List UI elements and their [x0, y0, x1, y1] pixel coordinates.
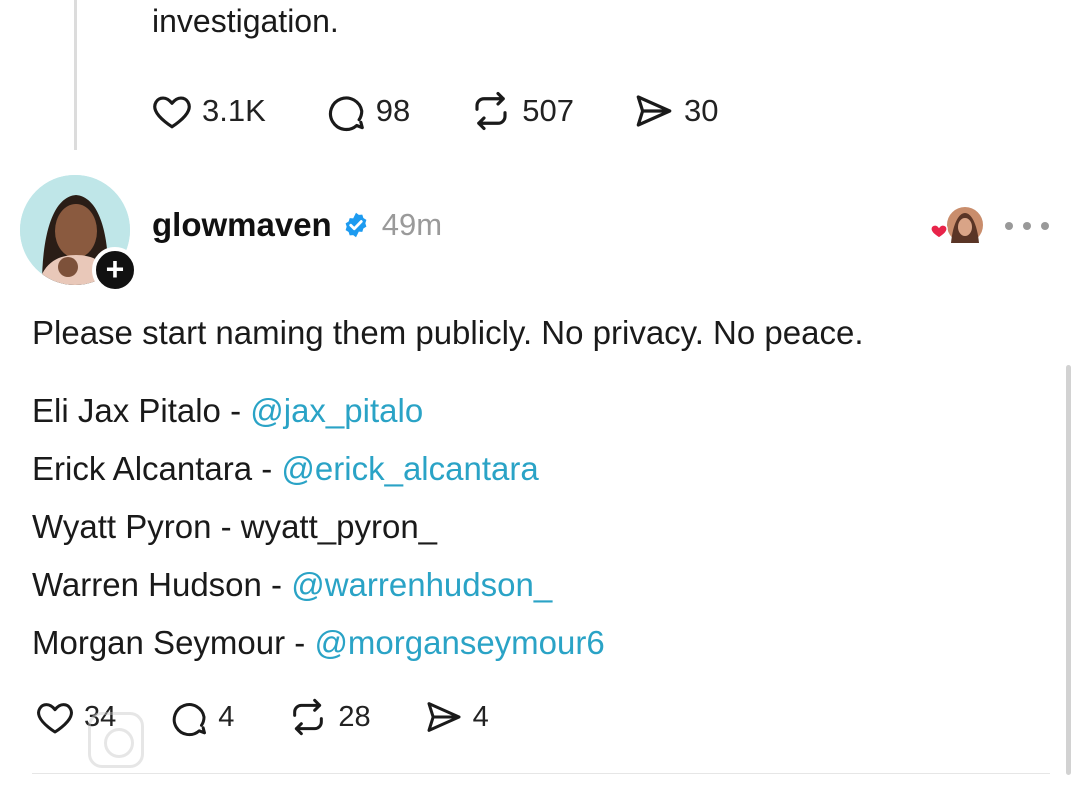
person-name: Warren Hudson - — [32, 566, 292, 603]
timestamp: 49m — [381, 207, 443, 242]
share-count: 4 — [472, 700, 489, 733]
reply-button[interactable]: 98 — [324, 90, 410, 132]
list-item: Erick Alcantara - @erick_alcantara — [32, 448, 605, 506]
reply-button[interactable]: 4 — [168, 697, 234, 737]
repost-button[interactable]: 507 — [468, 90, 574, 132]
person-name: Wyatt Pyron - — [32, 508, 241, 545]
scrollbar[interactable] — [1066, 365, 1071, 775]
like-button[interactable]: 3.1K — [150, 90, 266, 132]
post-header: glowmaven 49m — [152, 206, 442, 244]
follow-button[interactable]: + — [92, 247, 138, 293]
username[interactable]: glowmaven — [152, 206, 332, 244]
plus-icon: + — [105, 250, 125, 287]
repost-count: 507 — [522, 93, 574, 128]
person-name: Eli Jax Pitalo - — [32, 392, 251, 429]
list-item: Warren Hudson - @warrenhudson_ — [32, 564, 605, 622]
post-text: Please start naming them publicly. No pr… — [32, 314, 864, 351]
reply-count: 4 — [218, 700, 235, 733]
list-item: Morgan Seymour - @morganseymour6 — [32, 622, 605, 680]
comment-icon — [173, 703, 207, 737]
repost-button[interactable]: 28 — [286, 697, 371, 737]
heart-icon — [153, 96, 191, 129]
list-item: Eli Jax Pitalo - @jax_pitalo — [32, 390, 605, 448]
heart-icon — [37, 703, 73, 734]
list-item: Wyatt Pyron - wyatt_pyron_ — [32, 506, 605, 564]
liker-avatar-icon — [930, 205, 985, 245]
share-icon — [427, 702, 461, 732]
verified-badge-icon — [345, 212, 367, 238]
divider — [32, 773, 1050, 774]
previous-post-text: investigation. — [152, 3, 339, 39]
like-count: 3.1K — [202, 93, 266, 128]
comment-icon — [328, 96, 364, 131]
share-icon — [636, 95, 672, 127]
more-icon — [1005, 222, 1013, 230]
repost-icon — [293, 698, 324, 736]
handle-text: wyatt_pyron_ — [240, 508, 438, 545]
thread-connector-line — [74, 0, 77, 150]
share-button[interactable]: 4 — [423, 697, 489, 737]
mention-link[interactable]: @warrenhudson_ — [291, 566, 552, 603]
mention-link[interactable]: @erick_alcantara — [281, 450, 538, 487]
mention-link[interactable]: @morganseymour6 — [314, 624, 604, 661]
reply-count: 98 — [375, 93, 411, 128]
share-button[interactable]: 30 — [632, 90, 718, 132]
repost-count: 28 — [338, 700, 371, 733]
more-options-button[interactable] — [1005, 215, 1049, 237]
person-name: Morgan Seymour - — [32, 624, 315, 661]
watermark-logo — [88, 712, 144, 768]
mention-link[interactable]: @jax_pitalo — [250, 392, 423, 429]
person-name: Erick Alcantara - — [32, 450, 282, 487]
share-count: 30 — [684, 93, 719, 128]
tag-list: Eli Jax Pitalo - @jax_pitalo Erick Alcan… — [32, 390, 605, 680]
liked-by-indicator[interactable] — [925, 205, 989, 249]
previous-post-actions: 3.1K 98 507 30 — [150, 90, 776, 132]
repost-icon — [475, 91, 507, 131]
